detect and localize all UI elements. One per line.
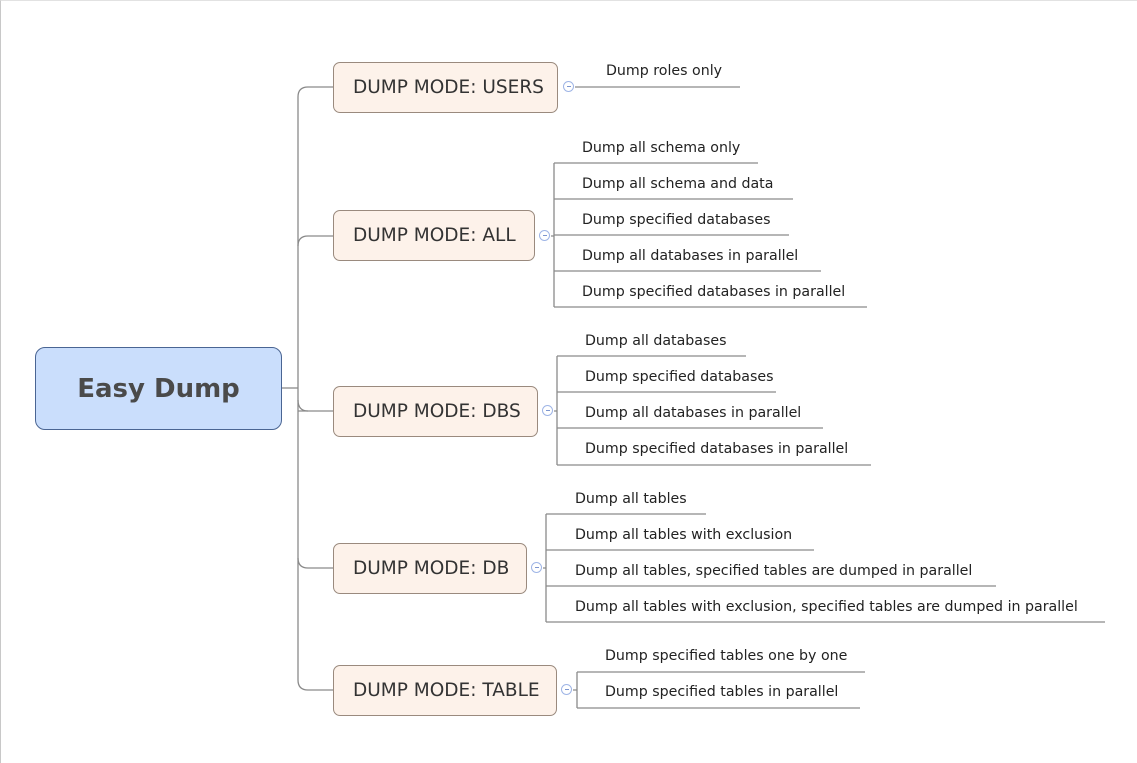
leaf-node[interactable]: Dump all tables with exclusion	[575, 527, 792, 543]
collapse-icon[interactable]	[539, 230, 550, 241]
mode-node-db[interactable]: DUMP MODE: DB	[333, 543, 527, 594]
leaf-node[interactable]: Dump all tables	[575, 491, 687, 507]
leaf-node[interactable]: Dump all tables with exclusion, specifie…	[575, 599, 1078, 615]
collapse-icon[interactable]	[561, 684, 572, 695]
connector-mode-all	[297, 235, 309, 247]
mode-node-table[interactable]: DUMP MODE: TABLE	[333, 665, 557, 716]
collapse-icon[interactable]	[542, 405, 553, 416]
root-label: Easy Dump	[77, 373, 240, 404]
connector-trunk	[297, 86, 309, 691]
mode-label: DUMP MODE: TABLE	[353, 680, 540, 701]
leaf-node[interactable]: Dump specified tables one by one	[605, 648, 847, 664]
leaf-node[interactable]: Dump all databases in parallel	[585, 405, 801, 421]
mode-node-users[interactable]: DUMP MODE: USERS	[333, 62, 558, 113]
leaf-node[interactable]: Dump all schema only	[582, 140, 740, 156]
collapse-icon[interactable]	[563, 81, 574, 92]
mode-node-dbs[interactable]: DUMP MODE: DBS	[333, 386, 538, 437]
leaf-node[interactable]: Dump roles only	[606, 63, 722, 79]
mode-node-all[interactable]: DUMP MODE: ALL	[333, 210, 535, 261]
mode-label: DUMP MODE: USERS	[353, 77, 544, 98]
leaf-node[interactable]: Dump specified databases in parallel	[582, 284, 845, 300]
mode-label: DUMP MODE: DB	[353, 558, 510, 579]
root-node[interactable]: Easy Dump	[35, 347, 282, 430]
leaf-node[interactable]: Dump all schema and data	[582, 176, 773, 192]
leaf-node[interactable]: Dump specified databases	[582, 212, 770, 228]
leaf-node[interactable]: Dump specified databases in parallel	[585, 441, 848, 457]
leaf-node[interactable]: Dump specified databases	[585, 369, 773, 385]
connector-mode-dbs	[297, 399, 309, 412]
leaf-node[interactable]: Dump all tables, specified tables are du…	[575, 563, 972, 579]
leaf-node[interactable]: Dump all databases in parallel	[582, 248, 798, 264]
leaf-node[interactable]: Dump all databases	[585, 333, 727, 349]
connector-mode-db	[297, 557, 309, 569]
collapse-icon[interactable]	[531, 562, 542, 573]
mode-label: DUMP MODE: DBS	[353, 401, 521, 422]
leaf-node[interactable]: Dump specified tables in parallel	[605, 684, 838, 700]
mode-label: DUMP MODE: ALL	[353, 225, 516, 246]
